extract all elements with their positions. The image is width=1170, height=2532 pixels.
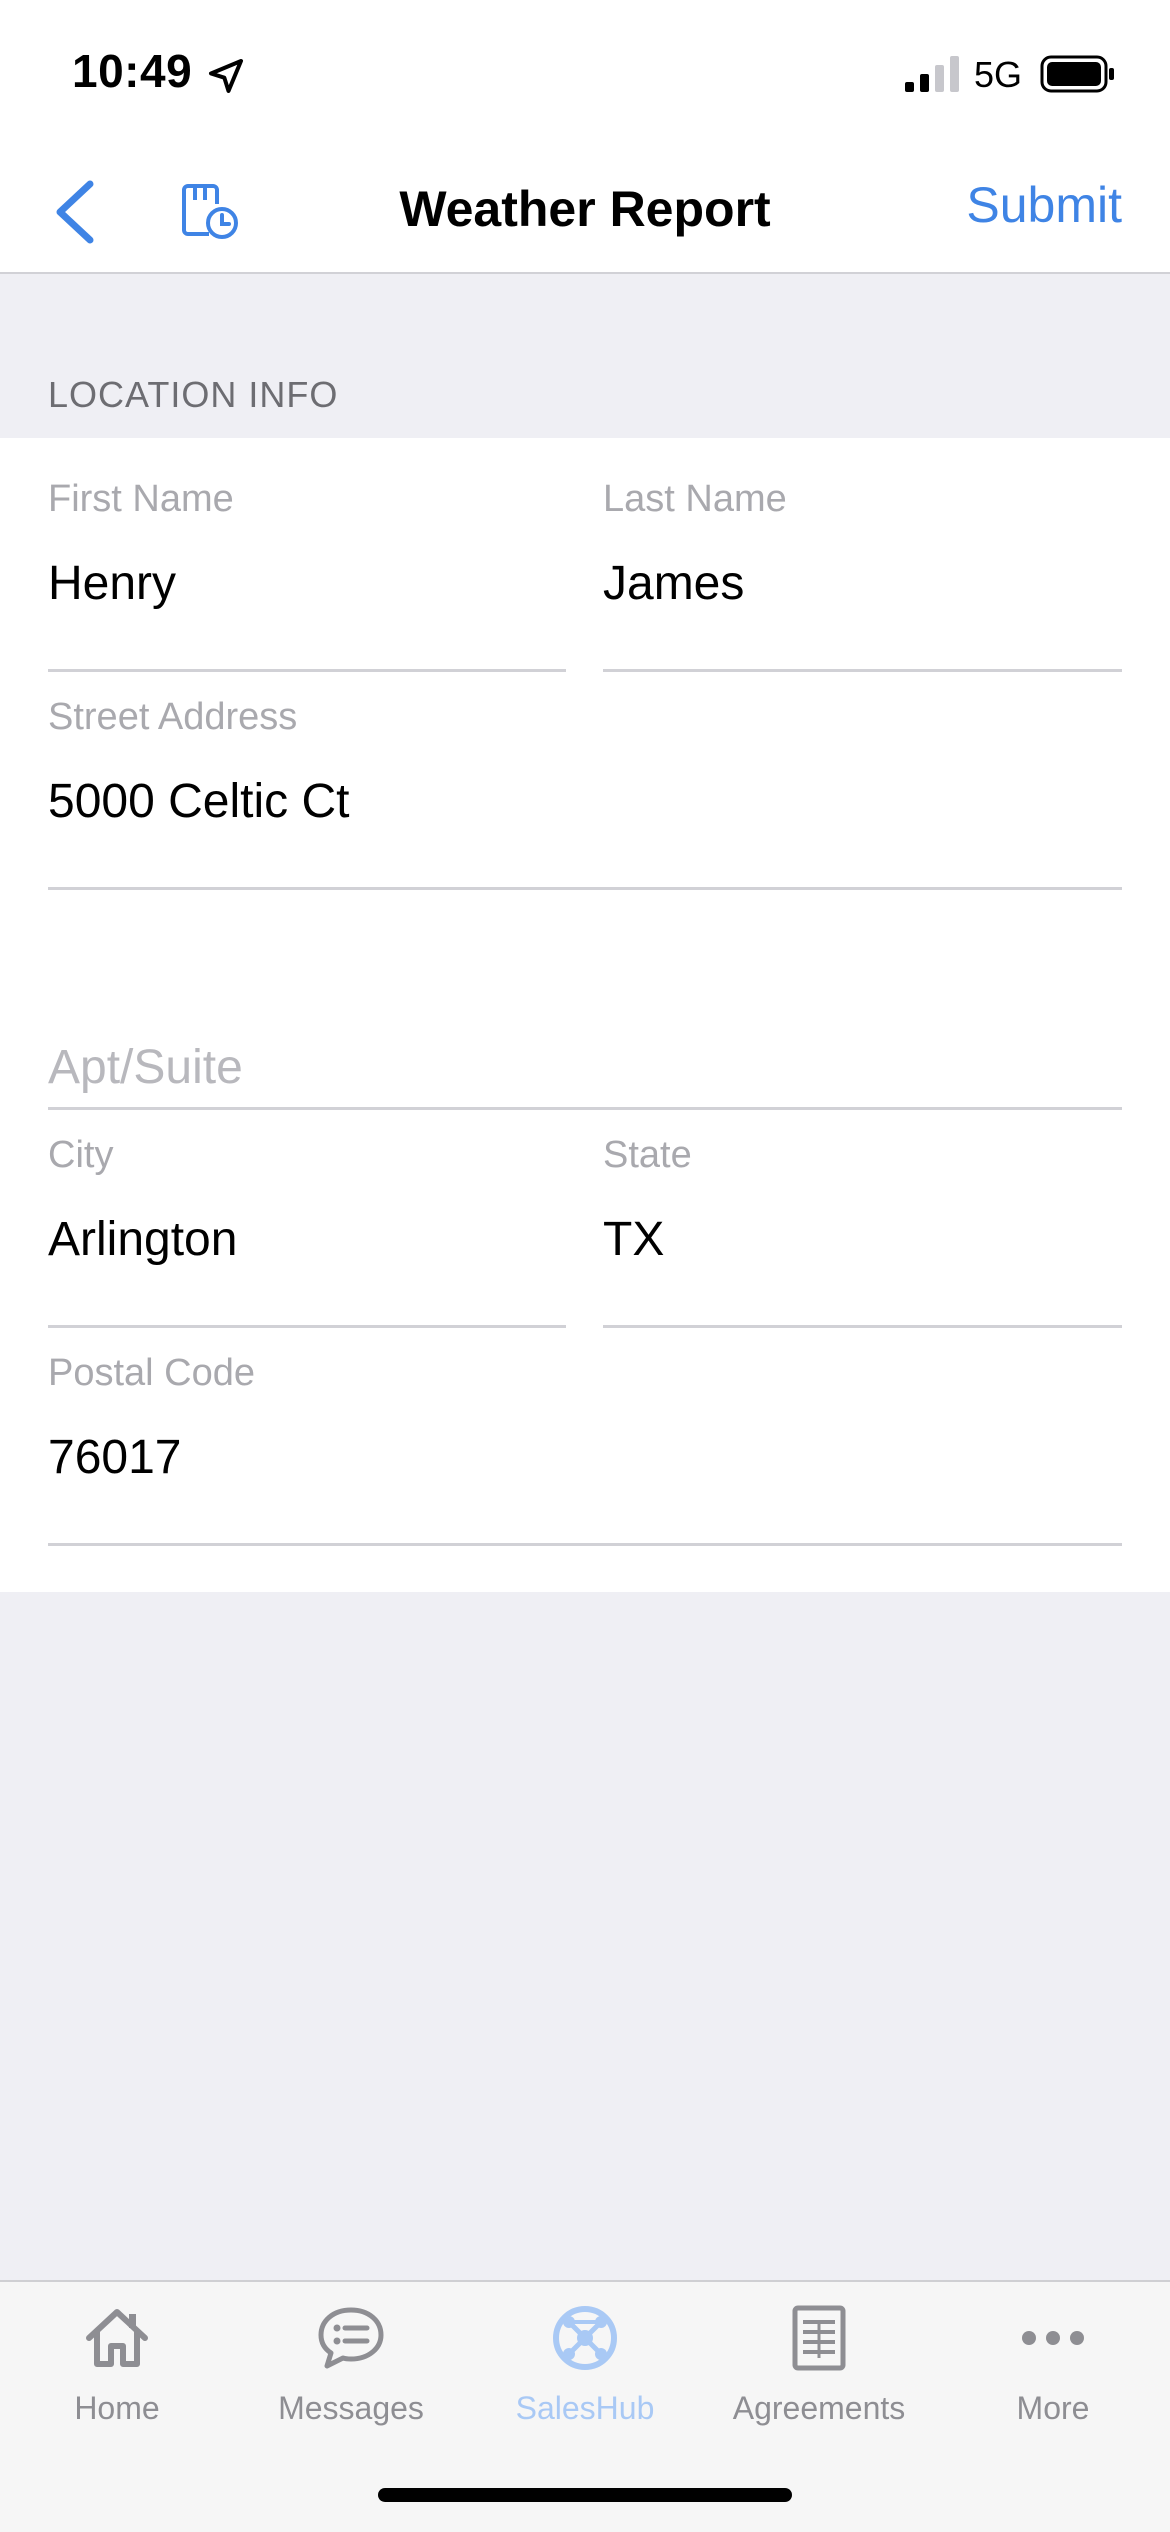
tab-agreements[interactable]: Agreements bbox=[702, 2302, 936, 2472]
chevron-left-icon bbox=[56, 180, 94, 244]
tab-agreements-label: Agreements bbox=[732, 2390, 906, 2426]
drafts-button[interactable] bbox=[170, 172, 250, 252]
tab-more-label: More bbox=[1016, 2390, 1090, 2426]
tab-saleshub[interactable]: SalesHub bbox=[468, 2302, 702, 2472]
screen: 10:49 5G Weather Report Submit LOCATION … bbox=[0, 0, 1170, 2532]
tab-messages[interactable]: Messages bbox=[234, 2302, 468, 2472]
street-address-field[interactable]: Street Address 5000 Celtic Ct bbox=[48, 696, 1122, 890]
last-name-field[interactable]: Last Name James bbox=[603, 478, 1122, 672]
tab-bar: Home Messages SalesHub Agreements More bbox=[0, 2280, 1170, 2532]
more-icon bbox=[1022, 2331, 1084, 2345]
apt-suite-placeholder: Apt/Suite bbox=[48, 1041, 243, 1094]
location-form: First Name Henry Last Name James Street … bbox=[0, 438, 1170, 1592]
section-header-location-info: LOCATION INFO bbox=[48, 374, 339, 415]
agreements-icon bbox=[792, 2305, 846, 2371]
back-button[interactable] bbox=[40, 172, 110, 252]
postal-code-value: 76017 bbox=[48, 1431, 182, 1484]
status-bar: 10:49 5G bbox=[0, 0, 1170, 150]
messages-icon bbox=[318, 2307, 384, 2369]
tab-more[interactable]: More bbox=[936, 2302, 1170, 2472]
city-label: City bbox=[48, 1134, 114, 1176]
first-name-label: First Name bbox=[48, 478, 234, 520]
street-address-value: 5000 Celtic Ct bbox=[48, 775, 350, 828]
cellular-signal-icon bbox=[905, 56, 959, 92]
submit-button[interactable]: Submit bbox=[966, 176, 1122, 234]
tab-saleshub-label: SalesHub bbox=[515, 2390, 655, 2426]
city-field[interactable]: City Arlington bbox=[48, 1134, 566, 1328]
draft-history-icon bbox=[182, 184, 238, 239]
last-name-label: Last Name bbox=[603, 478, 787, 520]
tab-home-label: Home bbox=[74, 2390, 160, 2426]
network-type: 5G bbox=[974, 54, 1023, 95]
apt-suite-field[interactable]: Apt/Suite bbox=[48, 914, 1122, 1110]
status-time: 10:49 bbox=[72, 45, 193, 97]
tab-home[interactable]: Home bbox=[0, 2302, 234, 2472]
navigation-bar: Weather Report Submit bbox=[0, 150, 1170, 274]
state-field[interactable]: State TX bbox=[603, 1134, 1122, 1328]
saleshub-icon bbox=[553, 2306, 617, 2370]
home-icon bbox=[86, 2309, 148, 2367]
battery-icon bbox=[1040, 55, 1114, 93]
postal-code-field[interactable]: Postal Code 76017 bbox=[48, 1352, 1122, 1546]
tab-messages-label: Messages bbox=[278, 2390, 424, 2426]
home-indicator[interactable] bbox=[378, 2488, 792, 2502]
last-name-value: James bbox=[603, 557, 745, 610]
postal-code-label: Postal Code bbox=[48, 1352, 256, 1394]
location-arrow-icon bbox=[209, 59, 243, 93]
first-name-value: Henry bbox=[48, 557, 177, 610]
state-label: State bbox=[603, 1134, 692, 1176]
first-name-field[interactable]: First Name Henry bbox=[48, 478, 566, 672]
state-value: TX bbox=[603, 1213, 665, 1266]
street-address-label: Street Address bbox=[48, 696, 298, 738]
city-value: Arlington bbox=[48, 1213, 238, 1266]
